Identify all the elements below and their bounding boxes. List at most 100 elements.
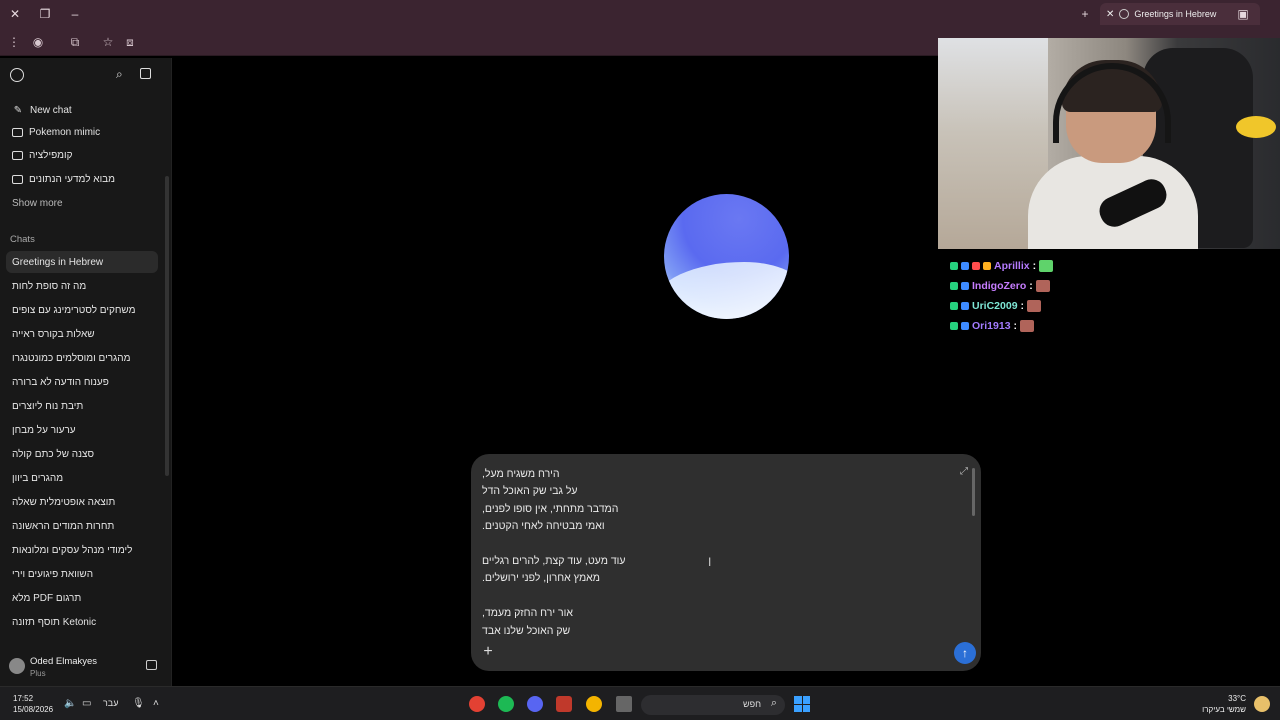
project-item[interactable]: Pokemon mimic xyxy=(6,121,158,143)
bookmark-star-icon[interactable]: ☆ xyxy=(100,34,116,50)
share-icon[interactable]: ⧈ xyxy=(122,34,138,50)
chat-badge-icon xyxy=(961,302,969,310)
menu-dots-icon[interactable]: ⋮ xyxy=(6,34,22,50)
chat-emote-icon xyxy=(1039,260,1054,272)
webcam-overlay xyxy=(938,38,1280,249)
tab-close-icon[interactable]: ✕ xyxy=(1106,9,1114,20)
chat-item[interactable]: לימודי מנהל עסקים ומלונאות xyxy=(6,539,158,561)
chat-item[interactable]: תרגום PDF מלא xyxy=(6,587,158,609)
profile-icon[interactable]: ◉ xyxy=(30,34,46,50)
project-label: קומפילציה xyxy=(29,149,73,161)
file-explorer-icon[interactable] xyxy=(616,696,632,712)
taskbar-search[interactable]: חפש ⌕ xyxy=(641,695,785,715)
minimize-window-icon[interactable]: – xyxy=(66,5,84,23)
chat-emote-icon xyxy=(1027,300,1042,312)
text-cursor-icon: I xyxy=(708,555,712,569)
composer[interactable]: הירח משגיח מעל, על גבי שק האוכל הדל המדבר … xyxy=(471,454,981,671)
search-icon: ⌕ xyxy=(770,697,777,709)
sidebar-scrollbar[interactable] xyxy=(165,176,169,476)
chat-item[interactable]: השוואת פיגועים וירי xyxy=(6,563,158,585)
chat-badge-icon xyxy=(950,262,958,270)
new-chat-button[interactable]: ✎ New chat xyxy=(6,99,158,121)
chat-badge-icon xyxy=(961,282,969,290)
chat-item[interactable]: ערעור על מבחן xyxy=(6,419,158,441)
chat-label: השוואת פיגועים וירי xyxy=(12,568,94,580)
chat-item[interactable]: תוצאה אופטימלית שאלה xyxy=(6,491,158,513)
chat-emote-icon xyxy=(1035,280,1050,292)
weather-text: שמשי בעיקרו xyxy=(1202,705,1246,714)
chat-label: מהגרים ביוון xyxy=(12,472,64,484)
clock[interactable]: 17:52 15/08/2026 xyxy=(13,693,53,715)
chrome-active-icon[interactable] xyxy=(469,696,485,712)
chat-item-active[interactable]: Greetings in Hebrew xyxy=(6,251,158,273)
library-icon[interactable] xyxy=(146,660,157,670)
folder-icon xyxy=(12,127,23,137)
chat-label: Ketonic תוסף תזונה xyxy=(12,616,97,628)
user-plan: Plus xyxy=(30,669,46,678)
composer-line: ואמי מבטיחה לאחי הקטנים. xyxy=(482,520,605,533)
chat-label: מהגרים ומוסלמים כמונטנגרו xyxy=(12,352,131,364)
chat-item[interactable]: משחקים לסטרימינג עם צופים xyxy=(6,299,158,321)
windows-start-icon[interactable] xyxy=(794,696,810,712)
project-item[interactable]: קומפילציה xyxy=(6,144,158,166)
user-account[interactable]: Oded Elmakyes Plus xyxy=(0,648,172,684)
taskbar: 17:52 15/08/2026 🔈 ▭ עבר 🎙 ˄ חפש ⌕ 33°C … xyxy=(0,686,1280,720)
chat-username: Ori1913 xyxy=(972,320,1011,332)
chat-label: תחרות המודים הראשונה xyxy=(12,520,115,532)
search-icon[interactable]: ⌕ xyxy=(116,67,123,82)
project-item[interactable]: מבוא למדעי הנתונים xyxy=(6,168,158,190)
weather-widget[interactable]: 33°C שמשי בעיקרו xyxy=(1202,693,1246,715)
sidebar: ⌕ ✎ New chat Pokemon mimic קומפילציה מבו… xyxy=(0,58,172,686)
chat-item[interactable]: פענוח הודעה לא ברורה xyxy=(6,371,158,393)
network-icon[interactable]: ▭ xyxy=(82,698,91,709)
chat-item[interactable]: מהגרים ביוון xyxy=(6,467,158,489)
expand-icon[interactable]: ⤢ xyxy=(960,466,968,477)
chat-label: תוצאה אופטימלית שאלה xyxy=(12,496,116,508)
chat-label: תיבת נוח ליוצרים xyxy=(12,400,84,412)
microphone-icon[interactable]: 🎙 xyxy=(132,698,145,709)
chat-item[interactable]: סצנה של כתם קולה xyxy=(6,443,158,465)
new-tab-icon[interactable]: + xyxy=(1076,5,1094,23)
composer-line xyxy=(482,536,962,553)
sidebar-toggle-icon[interactable] xyxy=(140,68,151,79)
spotify-icon[interactable] xyxy=(498,696,514,712)
chat-item[interactable]: שאלות בקורס ראייה xyxy=(6,323,158,345)
chat-label: ערעור על מבחן xyxy=(12,424,76,436)
composer-line: אור ירח החזק מעמד, xyxy=(482,607,573,620)
chevron-up-icon[interactable]: ˄ xyxy=(153,698,159,709)
clock-date: 15/08/2026 xyxy=(13,705,54,714)
chat-item[interactable]: Ketonic תוסף תזונה xyxy=(6,611,158,633)
restore-window-icon[interactable]: ❐ xyxy=(36,5,54,23)
message-input[interactable]: הירח משגיח מעל, על גבי שק האוכל הדל המדבר … xyxy=(482,466,962,640)
chat-label: לימודי מנהל עסקים ומלונאות xyxy=(12,544,133,556)
chat-label: מה זה סופת לחות xyxy=(12,280,87,292)
clock-time: 17:52 xyxy=(13,694,34,703)
send-button[interactable]: ↑ xyxy=(954,642,976,664)
volume-icon[interactable]: 🔈 xyxy=(64,698,76,709)
composer-line: הירח משגיח מעל, xyxy=(482,468,560,480)
attach-plus-button[interactable]: + xyxy=(480,644,496,660)
close-window-icon[interactable]: ✕ xyxy=(6,5,24,23)
folder-icon xyxy=(12,174,23,184)
chat-item[interactable]: תיבת נוח ליוצרים xyxy=(6,395,158,417)
chat-item[interactable]: מהגרים ומוסלמים כמונטנגרו xyxy=(6,347,158,369)
user-name: Oded Elmakyes xyxy=(30,656,98,667)
chat-item[interactable]: מה זה סופת לחות xyxy=(6,275,158,297)
chatgpt-favicon-icon xyxy=(1119,9,1130,19)
project-label: Pokemon mimic xyxy=(29,126,101,138)
chrome-icon[interactable] xyxy=(586,696,602,712)
discord-icon[interactable] xyxy=(527,696,543,712)
composer-scrollbar[interactable] xyxy=(972,468,975,516)
extensions-icon[interactable]: ⧉ xyxy=(67,34,83,50)
folder-icon xyxy=(12,150,23,160)
chat-username: IndigoZero xyxy=(972,280,1027,292)
composer-line: המדבר מתחתי, אין סופו לפנים, xyxy=(482,502,619,515)
openai-logo-icon[interactable] xyxy=(10,68,24,82)
chat-message: IndigoZero : xyxy=(950,276,1280,296)
tab-search-icon[interactable]: ▣ xyxy=(1234,5,1252,23)
app-icon[interactable] xyxy=(556,696,572,712)
chat-item[interactable]: תחרות המודים הראשונה xyxy=(6,515,158,537)
language-indicator[interactable]: עבר xyxy=(103,698,118,708)
chat-emote-icon xyxy=(1020,320,1035,332)
show-more-button[interactable]: Show more xyxy=(6,192,158,214)
